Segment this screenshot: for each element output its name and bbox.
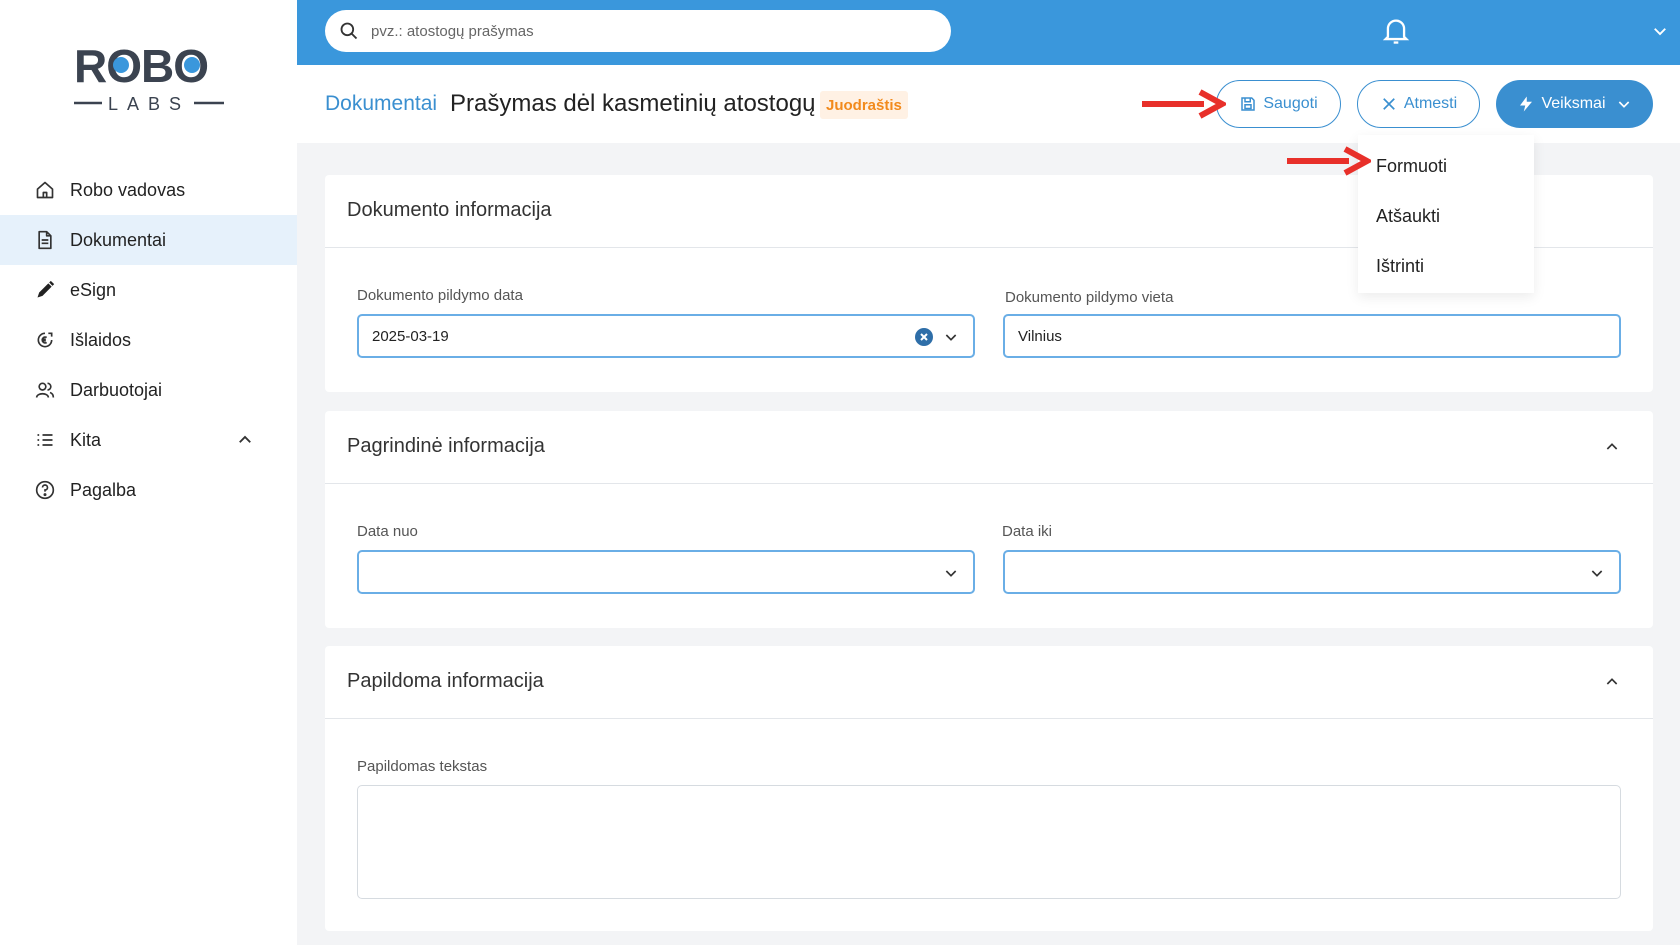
close-icon [1382, 98, 1395, 110]
help-icon [34, 479, 56, 501]
place-field-label: Dokumento pildymo vieta [1005, 289, 1174, 306]
coin-icon [34, 329, 56, 351]
sidebar-item-label: Kita [70, 429, 102, 450]
sidebar-item-darbuotojai[interactable]: Darbuotojai [0, 365, 297, 415]
chevron-up-icon[interactable] [236, 431, 254, 449]
main-info-card: Pagrindinė informacija Data nuo Data iki [325, 411, 1653, 628]
sidebar-item-esign[interactable]: eSign [0, 265, 297, 315]
search-box[interactable] [325, 10, 951, 52]
menu-item-atsaukti[interactable]: Atšaukti [1358, 191, 1534, 241]
actions-button[interactable]: Veiksmai [1496, 80, 1653, 128]
chevron-up-icon[interactable] [1604, 439, 1620, 455]
card-title: Dokumento informacija [347, 199, 552, 221]
chevron-down-icon[interactable] [943, 565, 959, 581]
users-icon [34, 379, 56, 401]
date-from-label: Data nuo [357, 523, 418, 540]
date-field-label: Dokumento pildymo data [357, 287, 523, 304]
sidebar-item-label: Išlaidos [70, 329, 132, 350]
reject-button[interactable]: Atmesti [1357, 80, 1480, 128]
sidebar-item-robo-vadovas[interactable]: Robo vadovas [0, 165, 297, 215]
sidebar-item-label: Pagalba [70, 479, 137, 500]
extra-info-card: Papildoma informacija Papildomas tekstas [325, 646, 1653, 931]
chevron-down-icon [1618, 101, 1629, 108]
actions-label: Veiksmai [1541, 95, 1606, 112]
sidebar-item-label: eSign [70, 279, 117, 300]
actions-menu: Formuoti Atšaukti Ištrinti [1358, 135, 1534, 293]
save-label: Saugoti [1263, 95, 1318, 112]
reject-label: Atmesti [1403, 95, 1458, 112]
sidebar-item-dokumentai[interactable]: Dokumentai [0, 215, 297, 265]
robolabs-logo[interactable]: ROBO LABS [74, 40, 224, 120]
date-to-field[interactable] [1003, 550, 1621, 594]
save-icon [1241, 97, 1256, 111]
date-field[interactable]: 2025-03-19 [357, 314, 975, 358]
arrow-to-save-annotation [1142, 89, 1226, 119]
document-header: Dokumentai Prašymas dėl kasmetinių atost… [297, 65, 1680, 143]
card-header[interactable]: Pagrindinė informacija [325, 411, 1653, 484]
page-title: Prašymas dėl kasmetinių atostogų [450, 90, 816, 117]
sidebar-item-label: Darbuotojai [70, 379, 163, 400]
chevron-down-icon[interactable] [1651, 22, 1669, 40]
sidebar-item-pagalba[interactable]: Pagalba [0, 465, 297, 515]
sidebar-item-label: Dokumentai [70, 229, 167, 250]
chevron-up-icon[interactable] [1604, 674, 1620, 690]
clear-icon[interactable] [915, 328, 933, 346]
card-title: Papildoma informacija [347, 670, 544, 692]
save-button[interactable]: Saugoti [1216, 80, 1341, 128]
home-icon [34, 179, 56, 201]
sidebar-item-kita[interactable]: Kita [0, 415, 297, 465]
svg-text:LABS: LABS [108, 94, 190, 114]
menu-item-istrinti[interactable]: Ištrinti [1358, 241, 1534, 291]
lightning-icon [1520, 96, 1533, 112]
chevron-down-icon[interactable] [1589, 565, 1605, 581]
list-icon [34, 429, 56, 451]
place-field[interactable]: Vilnius [1003, 314, 1621, 358]
place-value: Vilnius [1018, 327, 1062, 345]
bell-icon[interactable] [1382, 16, 1410, 46]
card-header[interactable]: Papildoma informacija [325, 646, 1653, 719]
extra-text-area[interactable] [357, 785, 1621, 899]
sidebar-nav: Robo vadovas Dokumentai eSign Išlaidos D… [0, 165, 297, 515]
date-from-field[interactable] [357, 550, 975, 594]
menu-item-formuoti[interactable]: Formuoti [1358, 141, 1534, 191]
sidebar: ROBO LABS Robo vadovas Dokumentai eSign [0, 0, 297, 945]
extra-text-label: Papildomas tekstas [357, 758, 488, 775]
breadcrumb[interactable]: Dokumentai [325, 92, 437, 116]
card-title: Pagrindinė informacija [347, 435, 545, 457]
status-badge: Juodraštis [820, 91, 908, 119]
search-input[interactable] [371, 22, 931, 40]
date-value: 2025-03-19 [372, 327, 449, 345]
sidebar-item-islaidos[interactable]: Išlaidos [0, 315, 297, 365]
chevron-down-icon[interactable] [943, 329, 959, 345]
date-to-label: Data iki [1002, 523, 1053, 540]
pen-icon [34, 279, 56, 301]
top-bar [297, 0, 1680, 65]
document-icon [34, 229, 56, 251]
sidebar-item-label: Robo vadovas [70, 179, 186, 200]
search-icon [340, 22, 358, 40]
arrow-to-formuoti-annotation [1287, 146, 1371, 176]
